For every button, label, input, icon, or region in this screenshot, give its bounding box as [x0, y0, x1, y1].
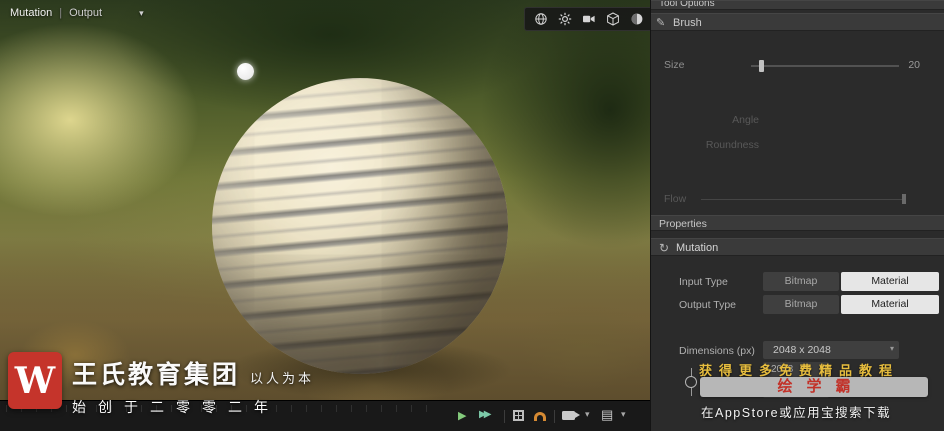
properties-title: Properties: [659, 218, 707, 230]
output-type-row: Output Type Bitmap Material: [651, 295, 944, 314]
flow-label: Flow: [664, 193, 687, 205]
fast-forward-icon[interactable]: [479, 409, 488, 420]
grid-snap-icon[interactable]: [513, 409, 524, 421]
environment-sphere-icon[interactable]: [630, 12, 644, 26]
breadcrumb-primary[interactable]: Mutation: [10, 7, 52, 19]
camera-view-icon[interactable]: [562, 409, 580, 420]
watermark-company: 王氏教育集团: [72, 361, 241, 389]
tool-options-title: Tool Options: [659, 0, 715, 9]
size-slider[interactable]: [751, 65, 899, 67]
input-bitmap-button[interactable]: Bitmap: [763, 272, 839, 291]
mutation-section-title: Mutation: [676, 242, 719, 254]
play-icon[interactable]: [458, 409, 466, 422]
size-label: Size: [664, 59, 685, 71]
breadcrumb: Mutation | Output: [10, 7, 144, 19]
chevron-down-icon[interactable]: [585, 409, 590, 420]
promo-footer: 在AppStore或应用宝搜索下载: [701, 406, 892, 420]
breadcrumb-separator: |: [59, 7, 63, 19]
tool-options-header[interactable]: Tool Options: [651, 0, 944, 10]
mutation-section-header[interactable]: Mutation: [651, 238, 944, 256]
magnet-icon[interactable]: [534, 409, 546, 421]
promo-overlay: 获得更多免费精品教程 绘学霸 在AppStore或应用宝搜索下载: [655, 356, 944, 431]
cube-icon[interactable]: [606, 12, 620, 26]
scene-foliage: [520, 300, 650, 390]
roundness-label: Roundness: [705, 139, 759, 151]
toolbar-divider: [504, 410, 505, 423]
breadcrumb-secondary[interactable]: Output: [69, 7, 102, 19]
watermark-logo-letter: W: [14, 359, 56, 402]
output-type-label: Output Type: [679, 299, 737, 311]
material-sphere-preview[interactable]: [212, 78, 508, 374]
promo-brand-bar: 绘学霸: [700, 377, 928, 397]
clapper-icon[interactable]: [601, 407, 613, 423]
watermark-logo: W: [8, 352, 62, 409]
brush-icon: [656, 16, 665, 29]
chevron-down-icon: [890, 344, 894, 353]
size-slider-handle[interactable]: [759, 60, 764, 72]
chevron-down-icon[interactable]: [139, 8, 144, 19]
watermark-slogan: 以人为本: [250, 371, 315, 386]
flow-slider-handle: [902, 194, 906, 204]
flow-slider: [701, 199, 904, 200]
watermark-founded: 始创于二零零二年: [72, 399, 280, 415]
viewport-toolbar: [524, 7, 650, 31]
chevron-down-icon[interactable]: [621, 409, 626, 420]
brush-size-row: Size 20: [651, 56, 944, 74]
globe-icon[interactable]: [534, 12, 548, 26]
size-value[interactable]: 20: [908, 59, 920, 71]
input-material-button[interactable]: Material: [841, 272, 939, 291]
properties-header[interactable]: Properties: [651, 215, 944, 231]
refresh-icon: [659, 241, 669, 255]
brush-flow-row: Flow: [651, 191, 944, 207]
input-type-row: Input Type Bitmap Material: [651, 272, 944, 291]
input-type-label: Input Type: [679, 276, 728, 288]
output-bitmap-button[interactable]: Bitmap: [763, 295, 839, 314]
display-settings-icon[interactable]: [558, 12, 572, 26]
toolbar-divider: [554, 410, 555, 423]
brush-section-title: Brush: [673, 17, 702, 29]
brush-section-header[interactable]: Brush: [651, 13, 944, 31]
promo-brand-name: 绘学霸: [777, 378, 865, 395]
output-material-button[interactable]: Material: [841, 295, 939, 314]
camera-icon[interactable]: [582, 12, 596, 26]
app-root: Mutation | Output ▾ ▶ ▶▶ ▾ ▤ ▾ W 王氏教育集团 …: [0, 0, 944, 431]
dimensions-value: 2048 x 2048: [773, 343, 831, 356]
light-gizmo[interactable]: [237, 63, 254, 80]
angle-label: Angle: [732, 114, 759, 126]
viewport-3d[interactable]: Mutation | Output: [0, 0, 650, 400]
